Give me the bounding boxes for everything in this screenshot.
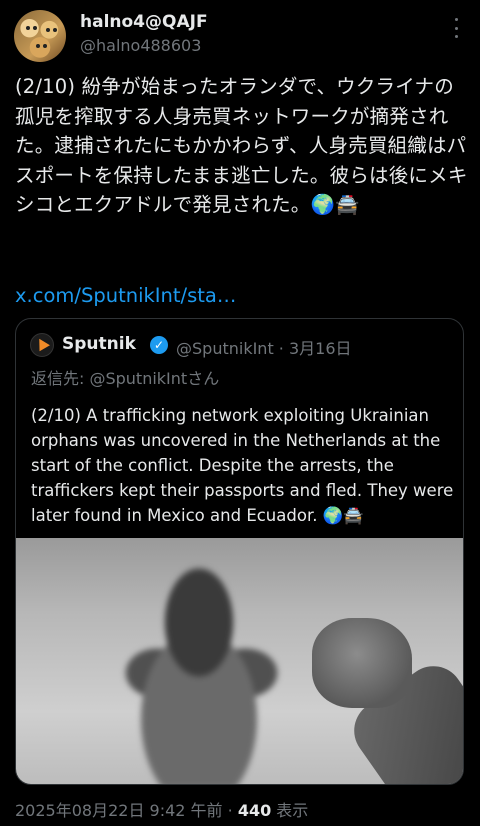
sputnik-logo-icon	[30, 333, 54, 357]
view-count: 440	[237, 801, 272, 820]
verified-badge-icon: ✓	[150, 336, 168, 354]
avatar[interactable]	[14, 10, 66, 62]
timestamp[interactable]: 2025年08月22日 9:42 午前	[15, 801, 223, 820]
person-silhouette	[94, 558, 304, 784]
author-handle[interactable]: @halno488603	[80, 36, 201, 55]
reply-to-label: 返信先: @SputnikIntさん	[31, 369, 220, 388]
quoted-author-name: Sputnik	[62, 334, 136, 354]
quoted-tweet[interactable]: Sputnik ✓ @SputnikInt · 3月16日 返信先: @Sput…	[15, 318, 464, 785]
fist-shape	[312, 618, 412, 708]
meta-separator: ·	[222, 801, 238, 820]
more-options-icon[interactable]	[446, 18, 466, 38]
quoted-tweet-image[interactable]	[16, 538, 463, 784]
tweet-text: (2/10) 紛争が始まったオランダで、ウクライナの孤児を搾取する人身売買ネット…	[15, 75, 468, 216]
tweet-link[interactable]: x.com/SputnikInt/sta…	[15, 284, 236, 307]
views-label: 表示	[271, 801, 309, 820]
author-display-name[interactable]: halno4@QAJF	[80, 12, 208, 32]
tweet-meta: 2025年08月22日 9:42 午前 · 440 表示	[15, 797, 308, 821]
quoted-handle-date: @SputnikInt · 3月16日	[176, 339, 352, 358]
quoted-tweet-text: (2/10) A trafficking network exploiting …	[31, 406, 454, 525]
tweet-header: halno4@QAJF @halno488603	[0, 0, 480, 66]
